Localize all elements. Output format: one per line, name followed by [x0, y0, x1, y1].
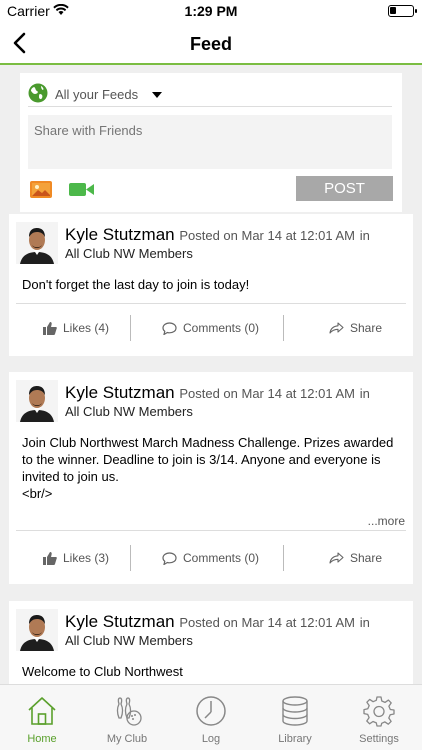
- tab-label: Log: [201, 733, 221, 745]
- like-button[interactable]: Likes (4): [43, 315, 109, 341]
- clock-time: 1:29 PM: [184, 3, 238, 19]
- tab-bar: Home My Club Log Library Settings: [0, 684, 422, 750]
- avatar[interactable]: [16, 609, 58, 651]
- share-button[interactable]: Share: [329, 545, 382, 571]
- post-timestamp: Posted on Mar 14 at 12:01 AM: [179, 228, 355, 243]
- in-label: in: [359, 615, 370, 630]
- divider: [16, 530, 406, 531]
- post-author-line: Kyle Stutzman Posted on Mar 14 at 12:01 …: [65, 225, 370, 245]
- like-count: Likes (4): [63, 321, 110, 335]
- thumbs-up-icon: [43, 321, 57, 335]
- post-timestamp: Posted on Mar 14 at 12:01 AM: [179, 386, 355, 401]
- home-icon: [28, 697, 56, 725]
- author-name[interactable]: Kyle Stutzman: [65, 612, 175, 631]
- post-actions: Likes (4) Comments (0) Share: [9, 315, 413, 341]
- gear-icon: [363, 696, 395, 727]
- post-body: Join Club Northwest March Madness Challe…: [22, 435, 394, 501]
- in-label: in: [359, 386, 370, 401]
- database-icon: [282, 696, 308, 726]
- action-divider: [283, 545, 284, 571]
- comment-count: Comments (0): [183, 321, 260, 335]
- nav-bar: Feed: [0, 22, 422, 65]
- tab-label: Home: [27, 733, 57, 745]
- share-label: Share: [350, 321, 383, 335]
- share-input[interactable]: [28, 115, 392, 169]
- tab-log[interactable]: Log: [169, 685, 253, 750]
- feed-selector-label: All your Feeds: [55, 87, 139, 102]
- clock-icon: [196, 696, 226, 726]
- feed-selector[interactable]: All your Feeds: [28, 81, 392, 107]
- video-camera-icon[interactable]: [69, 182, 95, 197]
- tab-label: Settings: [359, 733, 399, 745]
- share-label: Share: [350, 551, 383, 565]
- comments-button[interactable]: Comments (0): [162, 315, 259, 341]
- avatar[interactable]: [16, 380, 58, 422]
- comment-count: Comments (0): [183, 551, 260, 565]
- tab-library[interactable]: Library: [253, 685, 337, 750]
- action-divider: [130, 545, 131, 571]
- like-count: Likes (3): [63, 551, 110, 565]
- feed-content[interactable]: All your Feeds POST: [0, 67, 422, 684]
- read-more-link[interactable]: ...more: [368, 514, 405, 528]
- globe-icon: [28, 83, 48, 103]
- action-divider: [283, 315, 284, 341]
- avatar-image: [16, 609, 58, 651]
- like-button[interactable]: Likes (3): [43, 545, 109, 571]
- post-card: Kyle Stutzman Posted on Mar 14 at 12:01 …: [9, 372, 413, 584]
- avatar-image: [16, 222, 58, 264]
- tab-label: My Club: [106, 733, 148, 745]
- tab-settings[interactable]: Settings: [337, 685, 421, 750]
- post-composer: All your Feeds POST: [20, 73, 402, 212]
- author-name[interactable]: Kyle Stutzman: [65, 383, 175, 402]
- thumbs-up-icon: [43, 551, 57, 565]
- share-arrow-icon: [329, 552, 344, 564]
- comment-bubble-icon: [162, 551, 177, 565]
- action-divider: [130, 315, 131, 341]
- share-button[interactable]: Share: [329, 315, 382, 341]
- avatar[interactable]: [16, 222, 58, 264]
- comments-button[interactable]: Comments (0): [162, 545, 259, 571]
- post-body: Welcome to Club Northwest: [22, 664, 183, 679]
- tab-home[interactable]: Home: [0, 685, 84, 750]
- post-author-line: Kyle Stutzman Posted on Mar 14 at 12:01 …: [65, 383, 370, 403]
- status-bar: Carrier 1:29 PM: [0, 0, 422, 22]
- divider: [16, 303, 406, 304]
- share-arrow-icon: [329, 322, 344, 334]
- post-author-line: Kyle Stutzman Posted on Mar 14 at 12:01 …: [65, 612, 370, 632]
- page-title: Feed: [189, 34, 232, 54]
- group-name[interactable]: All Club NW Members: [65, 633, 193, 648]
- tab-my-club[interactable]: My Club: [85, 685, 169, 750]
- battery-icon: [388, 5, 417, 17]
- in-label: in: [359, 228, 370, 243]
- photo-icon[interactable]: [30, 181, 52, 198]
- post-card: Kyle Stutzman Posted on Mar 14 at 12:01 …: [9, 601, 413, 684]
- dropdown-caret-icon: [152, 92, 162, 98]
- post-timestamp: Posted on Mar 14 at 12:01 AM: [179, 615, 355, 630]
- group-name[interactable]: All Club NW Members: [65, 246, 193, 261]
- comment-bubble-icon: [162, 321, 177, 335]
- group-name[interactable]: All Club NW Members: [65, 404, 193, 419]
- bowling-icon: [116, 697, 142, 726]
- tab-label: Library: [278, 733, 312, 745]
- post-card: Kyle Stutzman Posted on Mar 14 at 12:01 …: [9, 214, 413, 356]
- post-actions: Likes (3) Comments (0) Share: [9, 545, 413, 571]
- post-button[interactable]: POST: [296, 176, 393, 201]
- avatar-image: [16, 380, 58, 422]
- post-body: Don't forget the last day to join is tod…: [22, 277, 250, 292]
- author-name[interactable]: Kyle Stutzman: [65, 225, 175, 244]
